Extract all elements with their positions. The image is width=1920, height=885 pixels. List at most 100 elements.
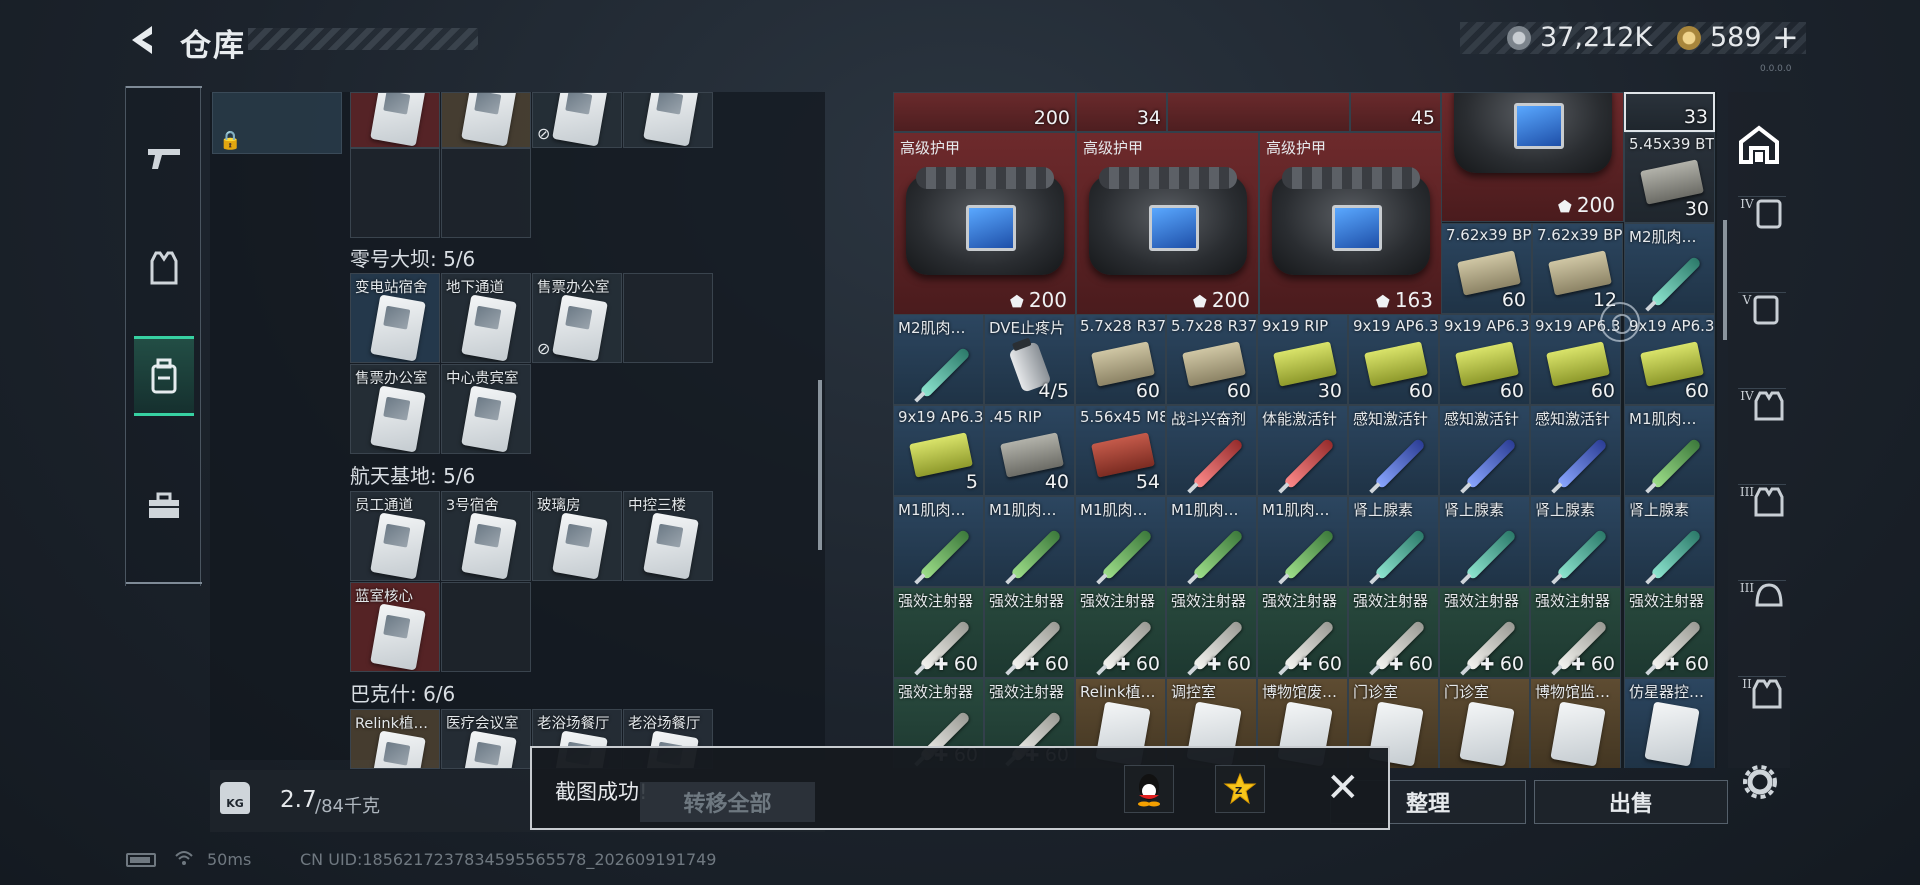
item-slot[interactable]: 9x19 AP6.3 60 — [1439, 314, 1530, 405]
item-slot[interactable]: 强效注射器 60 — [1530, 587, 1621, 678]
settings-button[interactable] — [1742, 764, 1778, 809]
item-slot[interactable]: 7.62x39 BP 60 — [1441, 223, 1532, 314]
key-slot[interactable] — [350, 92, 440, 148]
item-slot[interactable]: 体能激活针 — [1257, 405, 1348, 496]
item-slot[interactable]: 肾上腺素 — [1624, 496, 1715, 587]
item-slot[interactable]: DVE止疼片 4/5 — [984, 314, 1075, 405]
key-slot[interactable]: Relink植… — [350, 709, 440, 769]
nav-warehouse-home[interactable] — [1728, 94, 1790, 194]
item-slot[interactable]: 5.45x39 BT 30 — [1624, 132, 1715, 223]
item-slot[interactable]: M1肌肉… — [1075, 496, 1166, 587]
key-slot[interactable]: 医疗会议室 — [441, 709, 531, 769]
item-slot[interactable]: M1肌肉… — [1624, 405, 1715, 496]
item-slot[interactable]: 9x19 AP6.3 60 — [1348, 314, 1439, 405]
key-slot[interactable]: ⊘ — [532, 92, 622, 148]
nav-vest-ii[interactable]: II — [1738, 676, 1786, 746]
item-slot[interactable]: 强效注射器 60 — [984, 587, 1075, 678]
item-durability: 200 — [1193, 288, 1250, 312]
transfer-all-button[interactable]: 转移全部 — [640, 782, 815, 822]
item-slot[interactable]: 强效注射器 60 — [1257, 587, 1348, 678]
item-slot[interactable]: 强效注射器 60 — [1348, 587, 1439, 678]
item-slot[interactable]: 5.56x45 M855 54 — [1075, 405, 1166, 496]
nav-vest-iv[interactable]: IV — [1738, 388, 1786, 458]
sell-button[interactable]: 出售 — [1534, 780, 1728, 824]
key-slot[interactable] — [623, 92, 713, 148]
nav-equipment[interactable] — [134, 228, 194, 308]
item-slot[interactable]: 强效注射器 60 — [1439, 587, 1530, 678]
key-slot[interactable]: 中心贵宾室 — [441, 364, 531, 454]
item-slot[interactable]: 战斗兴奋剂 — [1166, 405, 1257, 496]
item-slot[interactable]: M2肌肉… — [893, 314, 984, 405]
item-slot[interactable]: 5.7x28 R37.F 60 — [1166, 314, 1257, 405]
armor-slot[interactable]: 200 — [1441, 92, 1624, 222]
armor-slot[interactable]: 高级护甲 163 — [1259, 132, 1442, 317]
nav-vest-iii[interactable]: III — [1738, 484, 1786, 554]
key-slot[interactable]: 蓝室核心 — [350, 582, 440, 672]
key-slot[interactable]: 售票办公室 — [350, 364, 440, 454]
armor-slot[interactable]: 高级护甲 200 — [893, 132, 1076, 317]
close-toast-button[interactable]: ✕ — [1326, 768, 1360, 808]
armor-slot[interactable]: 高级护甲 200 — [1076, 132, 1259, 317]
item-slot[interactable]: M1肌肉… — [893, 496, 984, 587]
nav-supplies[interactable] — [134, 466, 194, 546]
nav-weapons[interactable] — [134, 118, 194, 198]
item-slot[interactable]: M2肌肉… — [1624, 223, 1715, 314]
item-slot[interactable] — [1167, 92, 1350, 132]
nav-armor-v[interactable]: V — [1738, 292, 1786, 362]
key-slot[interactable]: 中控三楼 — [623, 491, 713, 581]
item-slot[interactable]: 仿星器控… — [1624, 678, 1715, 768]
key-slot[interactable]: 变电站宿舍 — [350, 273, 440, 363]
item-slot[interactable]: M1肌肉… — [984, 496, 1075, 587]
key-slot-empty[interactable] — [441, 582, 531, 672]
key-slot-empty[interactable] — [350, 148, 440, 238]
add-currency-button[interactable]: + — [1772, 18, 1799, 56]
item-slot[interactable]: 肾上腺素 — [1348, 496, 1439, 587]
item-slot[interactable]: M1肌肉… — [1166, 496, 1257, 587]
item-slot[interactable]: 感知激活针 — [1348, 405, 1439, 496]
right-scrollbar[interactable] — [1723, 220, 1727, 340]
nav-backpack[interactable] — [134, 336, 194, 416]
key-slot-empty[interactable] — [623, 273, 713, 363]
syringe-icon — [1283, 528, 1335, 581]
key-slot[interactable]: 玻璃房 — [532, 491, 622, 581]
item-slot[interactable]: 强效注射器 60 — [893, 587, 984, 678]
wifi-icon — [174, 850, 194, 870]
item-slot[interactable]: 200 — [893, 92, 1076, 132]
item-slot[interactable]: 肾上腺素 — [1530, 496, 1621, 587]
item-name: 5.7x28 R37.F — [1171, 317, 1257, 335]
key-slot[interactable]: 3号宿舍 — [441, 491, 531, 581]
key-slot[interactable]: 地下通道 — [441, 273, 531, 363]
item-slot[interactable]: 45 — [1350, 92, 1441, 132]
left-scrollbar[interactable] — [818, 380, 822, 550]
item-slot[interactable]: 感知激活针 — [1530, 405, 1621, 496]
item-slot[interactable]: 9x19 RIP 30 — [1257, 314, 1348, 405]
container-thumbnail[interactable]: 🔒 — [212, 92, 342, 154]
item-slot[interactable]: 9x19 AP6.3 5 — [893, 405, 984, 496]
share-qzone-button[interactable]: Z — [1215, 765, 1265, 813]
weight-current: 2.7 — [280, 787, 317, 813]
item-slot[interactable]: 33 — [1624, 92, 1715, 132]
back-button[interactable] — [124, 20, 160, 60]
item-slot[interactable]: 34 — [1076, 92, 1167, 132]
key-slot[interactable]: 售票办公室 ⊘ — [532, 273, 622, 363]
item-slot[interactable]: 门诊室 — [1439, 678, 1530, 768]
item-slot[interactable]: .45 RIP 40 — [984, 405, 1075, 496]
item-slot[interactable]: 强效注射器 60 — [1166, 587, 1257, 678]
item-slot[interactable]: M1肌肉… — [1257, 496, 1348, 587]
item-count: 54 — [1135, 471, 1160, 493]
key-slot[interactable]: 员工通道 — [350, 491, 440, 581]
item-slot[interactable]: 感知激活针 — [1439, 405, 1530, 496]
key-slot-empty[interactable] — [441, 148, 531, 238]
item-slot[interactable]: 博物馆监… — [1530, 678, 1621, 768]
item-slot[interactable]: 5.7x28 R37.F 60 — [1075, 314, 1166, 405]
key-slot[interactable] — [441, 92, 531, 148]
item-slot[interactable]: 7.62x39 BP 12 — [1532, 223, 1623, 314]
share-qq-button[interactable] — [1124, 765, 1174, 813]
item-slot[interactable]: 强效注射器 60 — [1075, 587, 1166, 678]
nav-helmet-iii[interactable]: III — [1738, 580, 1786, 650]
item-slot[interactable]: 强效注射器 60 — [1624, 587, 1715, 678]
item-count: 60 — [1590, 380, 1615, 402]
item-slot[interactable]: 肾上腺素 — [1439, 496, 1530, 587]
item-count: 200 — [1033, 107, 1070, 129]
nav-armor-iv[interactable]: IV — [1738, 196, 1786, 266]
